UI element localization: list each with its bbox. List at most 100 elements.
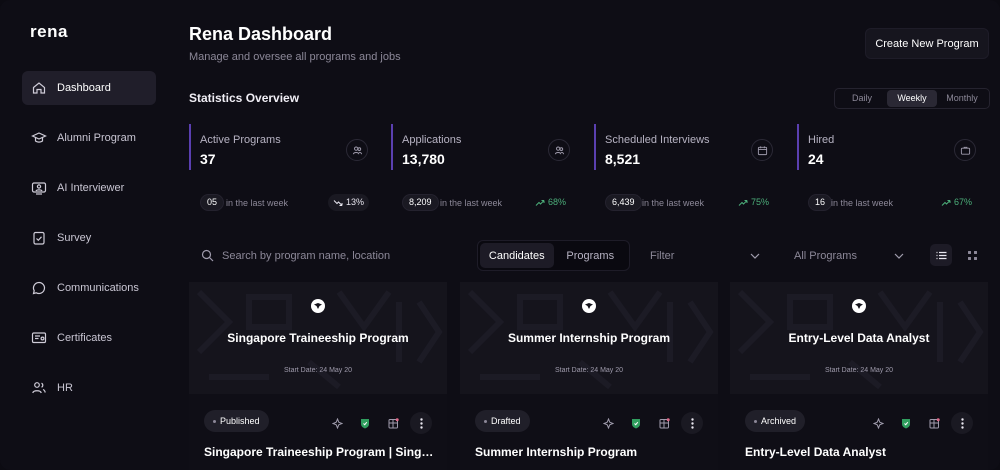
sidebar-item-label: Dashboard [57,82,111,94]
table-button[interactable] [923,412,945,434]
tab-candidates[interactable]: Candidates [480,243,554,268]
card-actions [597,412,703,434]
program-card[interactable]: Singapore Traineeship Program Start Date… [189,282,447,470]
stat-since-text: in the last week [440,198,503,208]
program-card-body: Published Singapore Traineeship Program … [189,394,447,470]
chevron-down-icon [750,253,760,259]
statistics-overview-title: Statistics Overview [189,91,300,105]
sidebar-item-label: Communications [57,282,139,294]
search-placeholder: Search by program name, location [222,249,391,262]
search-icon [201,249,214,262]
more-vertical-icon [690,417,694,429]
more-options-button[interactable] [681,412,703,434]
program-card-body: Archived Entry-Level Data Analyst [730,394,988,470]
sidebar-item-ai-interviewer[interactable]: AI Interviewer [22,171,156,205]
stat-trend-down: 13% [327,194,369,211]
view-toggle: Candidates Programs [477,240,630,271]
program-banner-title: Singapore Traineeship Program [227,331,409,345]
stat-trend-value: 67% [953,197,972,207]
stat-label: Active Programs [200,134,281,146]
clipboard-check-icon [33,231,45,245]
sparkle-button[interactable] [867,412,889,434]
list-view-button[interactable] [930,244,952,266]
stat-label: Applications [402,134,462,146]
grid-view-button[interactable] [961,244,983,266]
certificate-icon [31,332,47,344]
program-card-banner: Summer Internship Program Start Date: 24… [460,282,718,394]
stat-accent-bar [594,124,596,170]
stat-card-hired: Hired 24 16 in the last week 67% [797,124,987,220]
stat-value: 13,780 [402,151,445,167]
stat-week-count: 6,439 [605,194,642,211]
sidebar-item-communications[interactable]: Communications [22,271,156,305]
shield-badge-icon [632,418,640,428]
stat-trend-up: 67% [936,194,977,211]
sidebar: rena Dashboard Alumni Program AI Intervi… [0,0,172,470]
shield-badge-icon [361,418,369,428]
bird-icon [855,303,863,309]
program-logo [582,299,596,313]
stat-accent-bar [797,124,799,170]
users-icon [352,146,362,154]
program-logo [852,299,866,313]
app-window: rena Dashboard Alumni Program AI Intervi… [0,0,1000,470]
sparkle-button[interactable] [326,412,348,434]
calendar-icon [757,145,767,155]
table-button[interactable] [653,412,675,434]
stat-week-count: 05 [200,194,225,211]
chat-bubble-icon [32,281,46,295]
sidebar-item-alumni-program[interactable]: Alumni Program [22,121,156,155]
sidebar-item-label: Survey [57,232,92,244]
period-selector: Daily Weekly Monthly [834,88,990,109]
sparkle-button[interactable] [597,412,619,434]
main-content: Rena Dashboard Manage and oversee all pr… [172,0,1000,470]
more-vertical-icon [419,417,423,429]
program-card-banner: Entry-Level Data Analyst Start Date: 24 … [730,282,988,394]
more-options-button[interactable] [951,412,973,434]
stat-trend-value: 68% [547,197,566,207]
card-actions [867,412,973,434]
shield-button[interactable] [625,412,647,434]
stat-value: 8,521 [605,151,641,167]
page-title: Rena Dashboard [189,24,333,44]
programs-select[interactable]: All Programs [782,240,916,271]
stat-week-count: 8,209 [402,194,439,211]
create-new-program-button[interactable]: Create New Program [865,28,989,59]
program-title: Singapore Traineeship Program | Singapor… [204,445,434,459]
sidebar-item-certificates[interactable]: Certificates [22,321,156,355]
user-group-icon [32,382,46,394]
program-banner-title: Entry-Level Data Analyst [788,331,930,345]
program-card[interactable]: Summer Internship Program Start Date: 24… [460,282,718,470]
shield-button[interactable] [895,412,917,434]
sparkle-icon [602,417,614,429]
search-input[interactable]: Search by program name, location [189,240,477,271]
stat-icon [346,139,368,161]
shield-button[interactable] [354,412,376,434]
status-badge: Drafted [475,410,530,432]
stat-card-active-programs: Active Programs 37 05 in the last week 1… [189,124,379,220]
sparkle-icon [331,417,343,429]
sidebar-item-survey[interactable]: Survey [22,221,156,255]
filter-select[interactable]: Filter [638,240,772,271]
stat-label: Hired [808,134,835,146]
trend-up-icon [941,199,951,206]
status-label: Published [220,416,260,426]
period-monthly[interactable]: Monthly [937,90,987,107]
chevron-down-icon [894,253,904,259]
tab-programs[interactable]: Programs [554,243,628,268]
stat-value: 24 [808,151,824,167]
page-subtitle: Manage and oversee all programs and jobs [189,51,401,63]
period-daily[interactable]: Daily [837,90,887,107]
sidebar-item-dashboard[interactable]: Dashboard [22,71,156,105]
sidebar-item-hr[interactable]: HR [22,371,156,405]
period-weekly[interactable]: Weekly [887,90,937,107]
stat-trend-up: 68% [530,194,571,211]
table-button[interactable] [382,412,404,434]
table-icon [929,417,940,428]
more-options-button[interactable] [410,412,432,434]
stat-card-applications: Applications 13,780 8,209 in the last we… [391,124,581,220]
stat-accent-bar [391,124,393,170]
sidebar-item-label: AI Interviewer [57,182,125,194]
program-card[interactable]: Entry-Level Data Analyst Start Date: 24 … [730,282,988,470]
status-dot [213,419,216,423]
